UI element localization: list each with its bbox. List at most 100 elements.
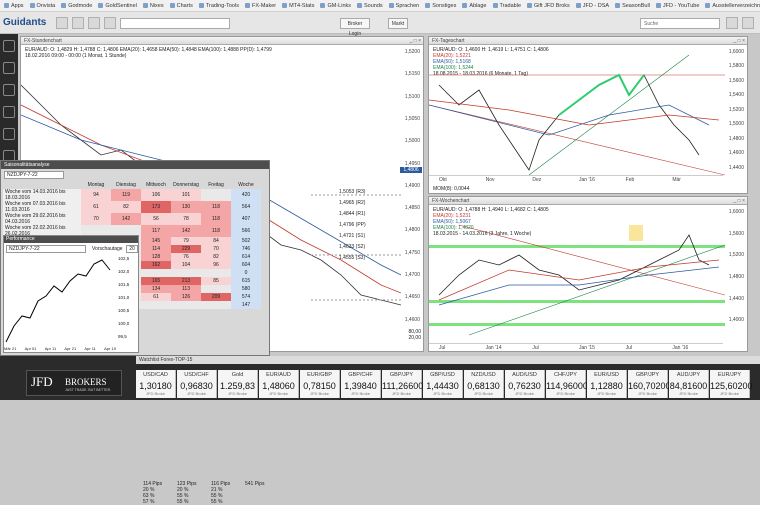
star-icon[interactable] [3, 106, 15, 118]
quote-cell[interactable]: USD/CAD 1,30180 JFD Broke [136, 370, 176, 398]
quote-cell[interactable]: NZD/USD 0,68130 JFD Broke [464, 370, 504, 398]
price-tick: 1,4700 [404, 272, 420, 279]
bookmark-item[interactable]: Godmode [61, 2, 92, 9]
preview-days-input[interactable]: 20 [126, 245, 138, 253]
price-tick: 1,4400 [728, 295, 744, 302]
broker-logo[interactable]: JFD BROKERS JUST TRADE. BUT BETTER. [26, 370, 122, 396]
y-tick: 102,0 [118, 269, 130, 274]
bookmark-item[interactable]: Nixes [142, 2, 164, 9]
y-tick: 99,5 [118, 334, 127, 339]
table-cell: 145 [141, 237, 171, 245]
table-cell: 118 [201, 213, 231, 225]
summary-row: 57 % 55 % 55 % [143, 499, 269, 505]
table-cell: 130 [171, 201, 201, 213]
quote-cell[interactable]: GBP/JPY 111,26600 JFD Broke [382, 370, 423, 398]
search-input[interactable]: Suche [640, 18, 720, 29]
broker-login-button[interactable]: Broker Login [340, 18, 370, 37]
quote-cell[interactable]: GBP/CHF 1,39840 JFD Broke [341, 370, 381, 398]
chart-icon[interactable] [3, 84, 15, 96]
quote-source: JFD Broke [310, 391, 329, 396]
daily-chart-canvas[interactable] [429, 45, 725, 185]
quote-price: 1,30180 [139, 381, 172, 391]
symbol-select[interactable]: NZDJPY-7-22 [4, 171, 64, 179]
quote-cell[interactable]: Gold 1.259,83 JFD Broke [218, 370, 258, 398]
menu-icon[interactable] [104, 17, 116, 29]
pivot-level: 1,4844 (R1) [339, 211, 366, 217]
bookmark-item[interactable]: Trading-Tools [198, 2, 239, 9]
table-row[interactable]: Woche vom 14.03.2016 bis 18.03.2016 94 119… [3, 189, 261, 201]
window-controls[interactable]: _ □ × [410, 38, 422, 44]
monitor-icon[interactable] [3, 62, 15, 74]
table-corner [3, 181, 81, 189]
bookmark-item[interactable]: Tradable [492, 2, 521, 9]
table-cell: 82 [201, 253, 231, 261]
bookmark-item[interactable]: MT4-Stats [282, 2, 314, 9]
bookmark-item[interactable]: Onvista [29, 2, 55, 9]
quote-cell[interactable]: EUR/AUD 1,48060 JFD Broke [259, 370, 299, 398]
bookmark-item[interactable]: SeasonBull [615, 2, 650, 9]
time-tick: Mär [672, 177, 681, 183]
row-label: Woche vom 07.03.2016 bis 11.03.2016 [3, 201, 81, 213]
bookmark-item[interactable]: JFD - YouTube [655, 2, 699, 9]
back-icon[interactable] [72, 17, 84, 29]
bookmark-item[interactable]: Charts [169, 2, 193, 9]
forward-icon[interactable] [88, 17, 100, 29]
quote-cell[interactable]: GBP/USD 1,44430 JFD Broke [423, 370, 463, 398]
bookmark-icon [615, 2, 621, 8]
quote-cell[interactable]: CHF/JPY 114,96000 JFD Broke [546, 370, 588, 398]
weekly-chart-canvas[interactable] [429, 205, 725, 345]
seasonality-title: Saisonalitätsanalyse [1, 161, 269, 169]
pivot-level: 1,4965 (R2) [339, 200, 366, 206]
window-title: FX-Stundenchart [21, 37, 423, 45]
avatar[interactable] [3, 40, 15, 52]
quote-cell[interactable]: EUR/GBP 0,78150 JFD Broke [300, 370, 340, 398]
quote-price: 1,48060 [262, 381, 295, 391]
daily-chart-window: FX-Tageschart _ □ × EUR/AUD: O: 1,4600 H… [428, 36, 748, 194]
bookmark-item[interactable]: Apps [4, 2, 24, 9]
quote-cell[interactable]: EUR/JPY 125,60200 JFD Broke [710, 370, 753, 398]
quote-cell[interactable]: USD/CHF 0,96830 JFD Broke [177, 370, 217, 398]
table-row[interactable]: Woche vom 29.02.2016 bis 04.03.2016 70 142… [3, 213, 261, 225]
home-icon[interactable] [56, 17, 68, 29]
table-row[interactable]: Woche vom 07.03.2016 bis 11.03.2016 61 82 1… [3, 201, 261, 213]
quote-source: JFD Broke [269, 391, 288, 396]
settings-icon[interactable] [726, 17, 738, 29]
window-controls[interactable]: _ □ × [734, 198, 746, 204]
table-cell: 134 [141, 285, 171, 293]
price-tick: 1,5400 [728, 92, 744, 99]
address-field[interactable] [120, 18, 230, 29]
bookmark-item[interactable]: Ablage [462, 2, 487, 9]
quote-name: GBP/CHF [348, 372, 373, 378]
bookmark-item[interactable]: Gift JFD Broks [527, 2, 570, 9]
price-tick: 1,4800 [728, 135, 744, 142]
quote-cell[interactable]: GBP/JPY 160,70200 JFD Broke [628, 370, 671, 398]
table-cell: 213 [171, 277, 201, 285]
bookmark-item[interactable]: GoldSentinel [98, 2, 137, 9]
price-tick: 1,6000 [728, 49, 744, 55]
bookmark-icon [425, 2, 431, 8]
window-controls[interactable]: _ □ × [734, 38, 746, 44]
bookmark-item[interactable]: FX-Maker [244, 2, 276, 9]
quote-cell[interactable]: AUD/USD 0,76230 JFD Broke [505, 370, 545, 398]
bookmark-item[interactable]: Sonstiges [425, 2, 456, 9]
quote-source: JFD Broke [392, 391, 411, 396]
news-icon[interactable] [3, 128, 15, 140]
bookmark-icon [462, 2, 468, 8]
bookmark-icon [388, 2, 394, 8]
time-tick: Jan '16 [672, 345, 689, 351]
quote-cell[interactable]: EUR/USD 1,12880 JFD Broke [587, 370, 627, 398]
quote-cell[interactable]: AUD/JPY 84,81600 JFD Broke [669, 370, 709, 398]
table-cell: 126 [171, 293, 201, 301]
user-icon[interactable] [742, 17, 754, 29]
markt-button[interactable]: Markt [388, 18, 408, 29]
bookmark-item[interactable]: Ausstellerverzeichnis [705, 2, 760, 9]
quote-source: JFD Broke [556, 391, 575, 396]
bookmark-item[interactable]: GM-Links [320, 2, 351, 9]
bookmark-item[interactable]: Sounds [357, 2, 383, 9]
performance-chart[interactable] [4, 256, 116, 344]
bookmark-item[interactable]: Sprachen [388, 2, 419, 9]
time-tick: Jul [532, 345, 539, 351]
performance-symbol-select[interactable]: NZDJPY-7-22 [6, 245, 86, 253]
column-header: Woche [238, 182, 254, 188]
bookmark-item[interactable]: JFD - DSA [575, 2, 609, 9]
